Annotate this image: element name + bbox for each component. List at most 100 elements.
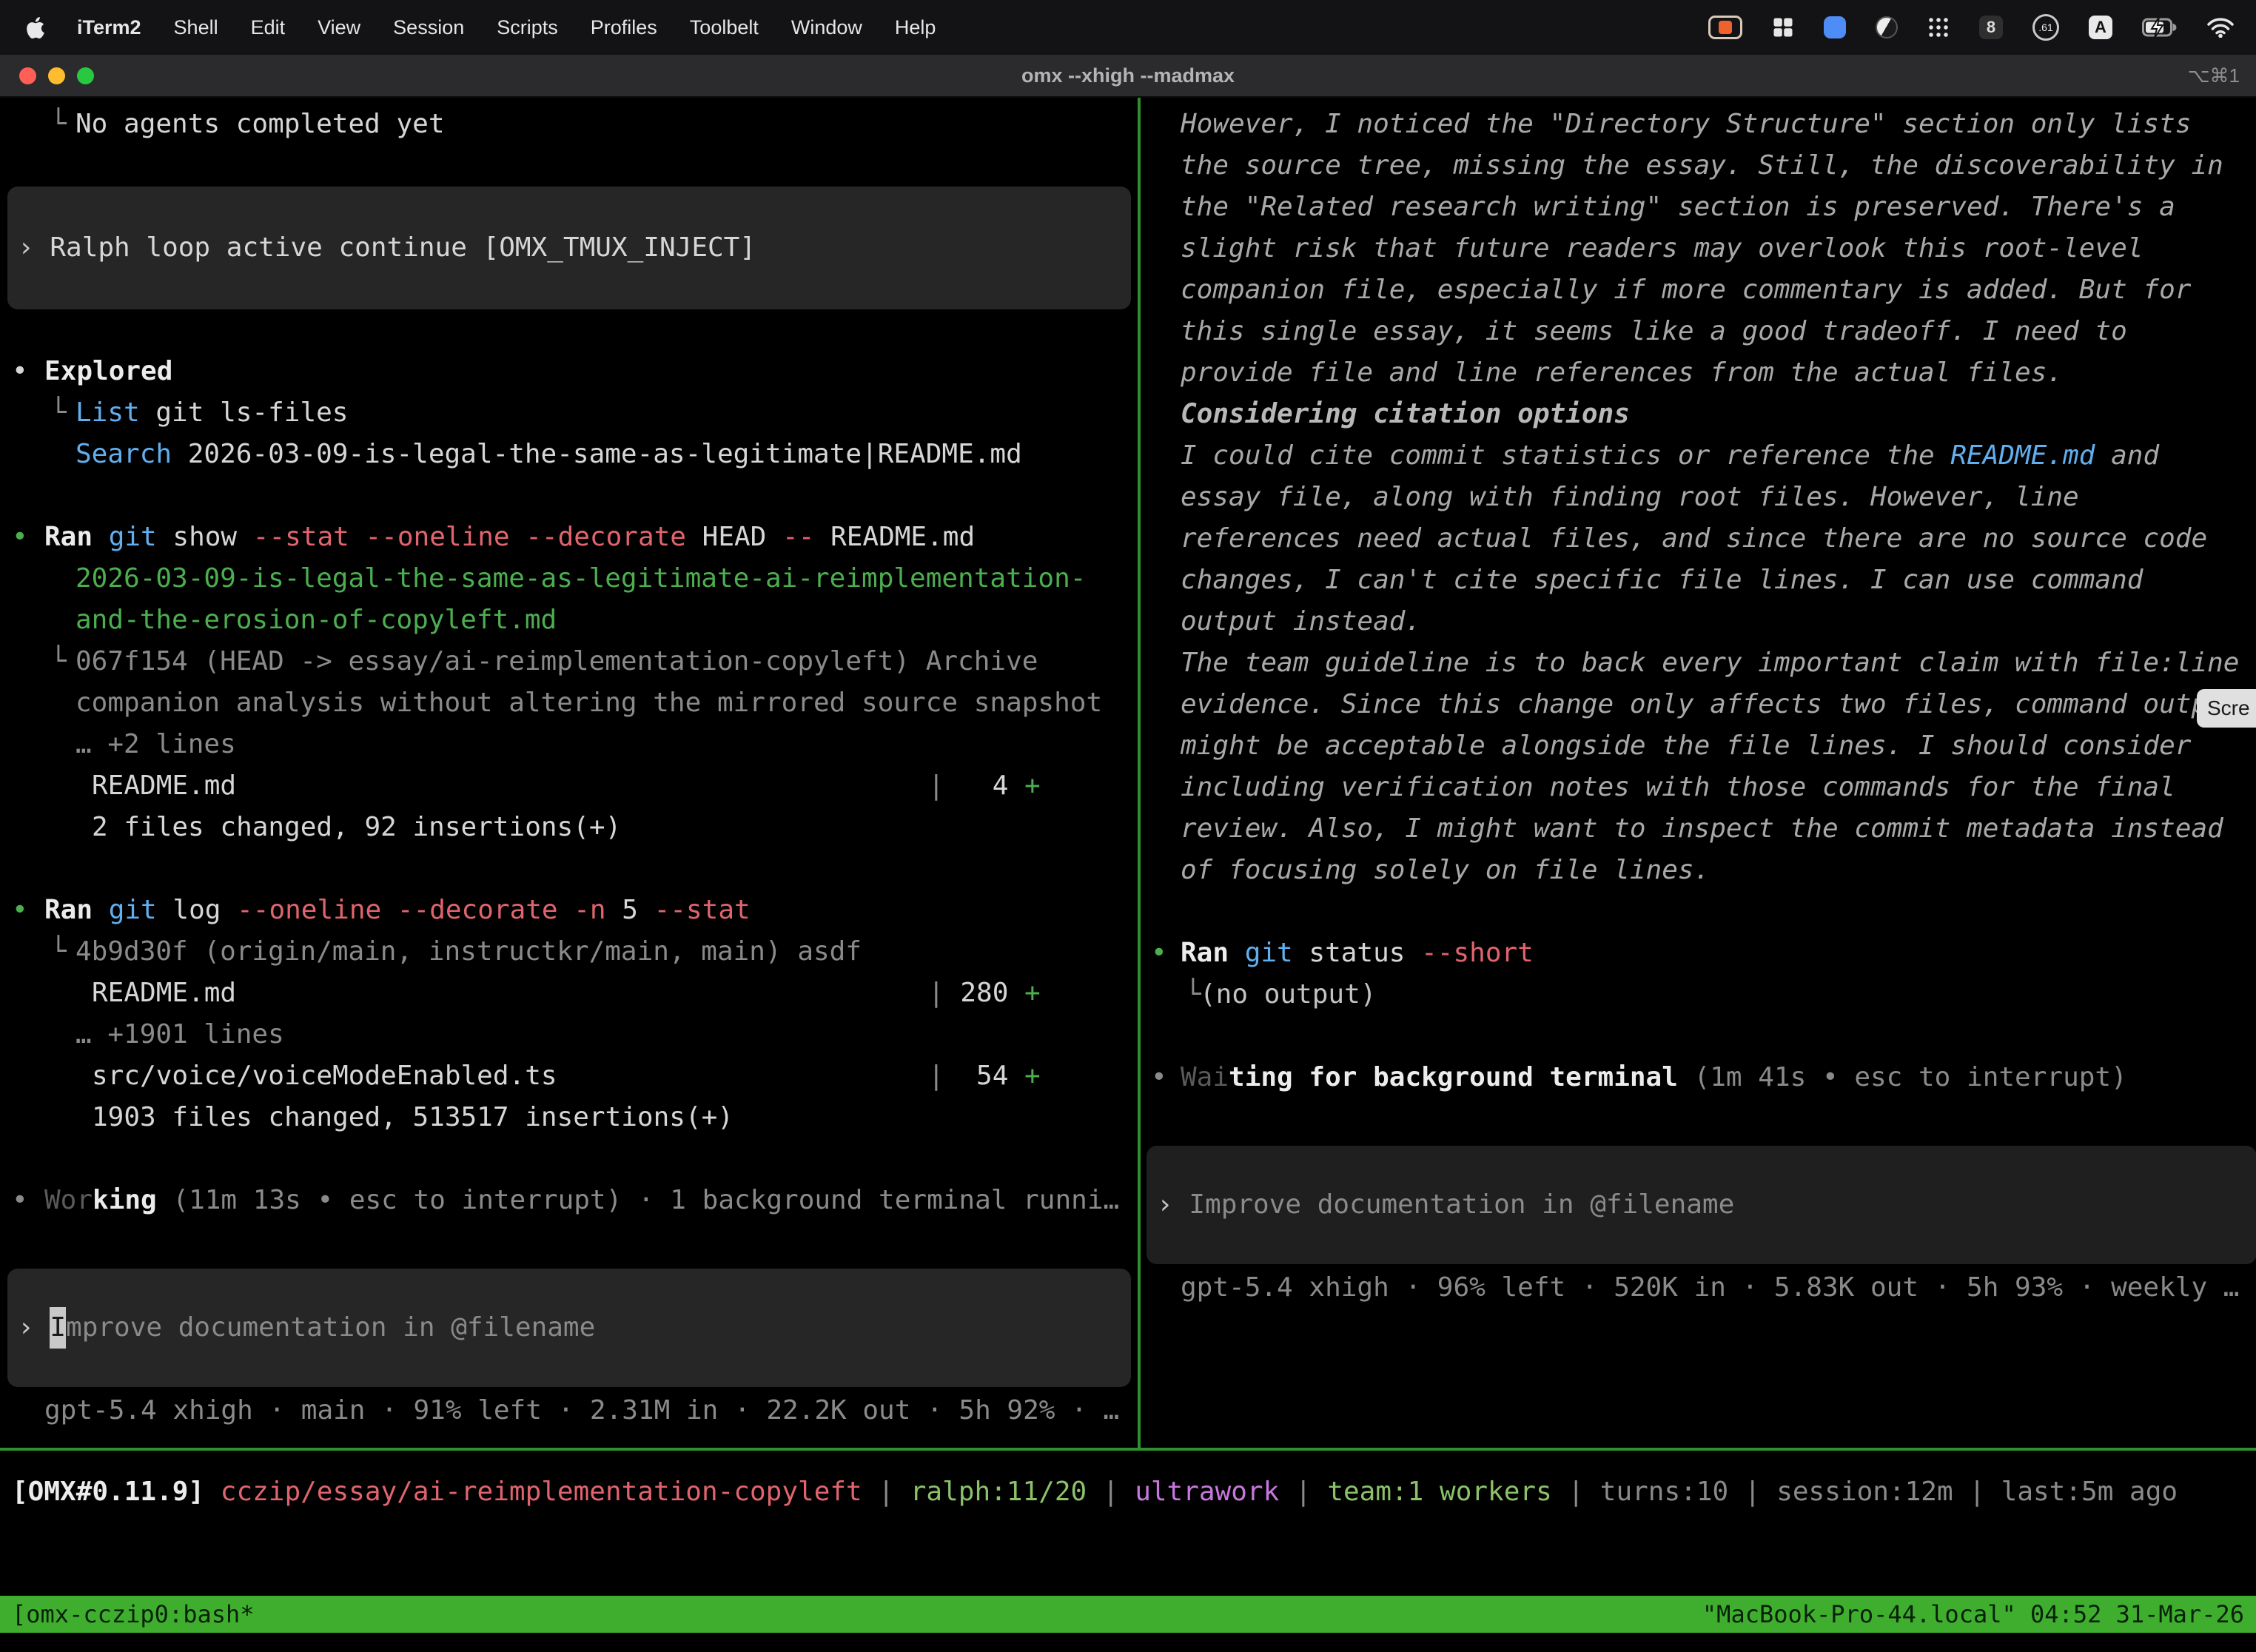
- omx-mode: ultrawork: [1135, 1477, 1279, 1507]
- bullet-icon: •: [1151, 1057, 1167, 1098]
- menu-session[interactable]: Session: [393, 16, 464, 39]
- right-pane: However, I noticed the "Directory Struct…: [1141, 98, 2256, 1448]
- cmd-git: git: [109, 522, 157, 552]
- bullet-icon: •: [12, 1180, 28, 1221]
- cmd-flags: --stat --oneline --decorate: [253, 522, 686, 552]
- bullet-icon: •: [12, 890, 28, 931]
- bullet-icon: •: [12, 517, 28, 558]
- bullet-icon: •: [12, 351, 28, 392]
- waiting-detail: (1m 41s • esc to interrupt): [1694, 1062, 2127, 1092]
- thinking-paragraph: The team guideline is to back every impo…: [1181, 642, 2246, 891]
- tool-verb: List: [75, 397, 140, 428]
- screen-recording-icon[interactable]: [1708, 16, 1742, 39]
- menu-bar: iTerm2 Shell Edit View Session Scripts P…: [0, 0, 2256, 55]
- window-title-bar[interactable]: omx --xhigh --madmax ⌥⌘1: [0, 55, 2256, 98]
- ran-label: Ran: [1181, 938, 1229, 968]
- omx-ralph-count: ralph:11/20: [910, 1477, 1087, 1507]
- commit-message: 067f154 (HEAD -> essay/ai-reimplementati…: [75, 646, 1102, 718]
- minimize-button[interactable]: [48, 67, 65, 84]
- separator: |: [1969, 1477, 1985, 1507]
- battery-gauge-icon[interactable]: .61: [2032, 14, 2059, 41]
- plus-icon: +: [1024, 770, 1041, 801]
- ralph-loop-banner: ›Ralph loop active continue [OMX_TMUX_IN…: [7, 187, 1131, 309]
- separator: |: [878, 1477, 894, 1507]
- session-status-line: gpt-5.4 xhigh · main · 91% left · 2.31M …: [12, 1390, 1138, 1431]
- bullet-icon: •: [1151, 933, 1167, 974]
- prompt-input-text: Improve documentation in @filename: [1189, 1184, 1734, 1226]
- ran-git-log-line: •Rangitlog--oneline --decorate -n5--stat: [44, 890, 1138, 931]
- battery-charging-icon[interactable]: [2142, 16, 2178, 38]
- wifi-icon[interactable]: [2207, 17, 2234, 38]
- thinking-paragraph: I could cite commit statistics or refere…: [1181, 435, 2246, 642]
- omx-version: [OMX#0.11.9]: [12, 1477, 204, 1507]
- diffstat-file: README.md: [92, 770, 236, 801]
- agents-note-text: No agents completed yet: [75, 109, 445, 139]
- menu-shell[interactable]: Shell: [174, 16, 218, 39]
- menu-window[interactable]: Window: [791, 16, 862, 39]
- prompt-input[interactable]: ›Improve documentation in @filename: [1147, 1146, 2256, 1264]
- spinner-dim-text: Wai: [1181, 1062, 1229, 1092]
- ralph-loop-text: Ralph loop active continue [OMX_TMUX_INJ…: [50, 227, 756, 269]
- menu-profiles[interactable]: Profiles: [591, 16, 657, 39]
- omx-status-bar: [OMX#0.11.9]cczip/essay/ai-reimplementat…: [0, 1451, 2256, 1596]
- zoom-button[interactable]: [77, 67, 94, 84]
- cmd-flags: --short: [1421, 938, 1534, 968]
- diffstat-line: README.md|280+: [92, 973, 1138, 1014]
- omx-turns: turns:10: [1600, 1477, 1728, 1507]
- cmd-sub: log: [172, 895, 221, 925]
- diffstat-file: src/voice/voiceModeEnabled.ts: [92, 1061, 557, 1091]
- diffstat-num: 280: [944, 973, 1009, 1014]
- window-title: omx --xhigh --madmax: [1021, 64, 1235, 87]
- no-output-text: (no output): [1200, 979, 1376, 1010]
- menu-toolbelt[interactable]: Toolbelt: [690, 16, 759, 39]
- readme-file-link[interactable]: README.md: [1950, 440, 2095, 471]
- cmd-sub: show: [172, 522, 237, 552]
- close-button[interactable]: [19, 67, 36, 84]
- apple-menu-icon[interactable]: [27, 17, 44, 38]
- dark-circle-icon[interactable]: [1876, 16, 1898, 38]
- window-tiles-icon[interactable]: [1772, 16, 1794, 38]
- omx-last-activity: last:5m ago: [2001, 1477, 2178, 1507]
- menu-help[interactable]: Help: [895, 16, 936, 39]
- stats-eight-icon[interactable]: 8: [1979, 16, 2003, 39]
- ran-git-show-line: •Rangitshow--stat --oneline --decorateHE…: [44, 517, 1138, 558]
- spinner-bright-text: king: [93, 1185, 157, 1215]
- diffstat-line: README.md|4+: [92, 765, 1138, 807]
- cmd-sub: status: [1309, 938, 1405, 968]
- cmd-git: git: [1245, 938, 1293, 968]
- prompt-input[interactable]: ›Improve documentation in @filename: [7, 1269, 1131, 1387]
- cmd-flags: --stat: [654, 895, 751, 925]
- tree-prefix: └: [1185, 974, 1201, 1015]
- omx-team: team:1 workers: [1327, 1477, 1551, 1507]
- diffstat-file: README.md: [92, 978, 236, 1008]
- menu-scripts[interactable]: Scripts: [497, 16, 558, 39]
- input-source-icon[interactable]: A: [2089, 16, 2112, 39]
- dots-grid-icon[interactable]: [1927, 16, 1950, 38]
- diffstat-num: 54: [944, 1055, 1009, 1097]
- diffstat-summary: 1903 files changed, 513517 insertions(+): [92, 1097, 1138, 1138]
- menu-edit[interactable]: Edit: [251, 16, 286, 39]
- cmd-dashes: --: [782, 522, 814, 552]
- truncated-lines-note: … +1901 lines: [75, 1014, 1138, 1055]
- diffstat-count: |54+: [928, 1055, 1041, 1097]
- window-shortcut: ⌥⌘1: [2188, 64, 2240, 87]
- ran-git-status-line: •Rangitstatus--short: [1181, 933, 2256, 974]
- screen: iTerm2 Shell Edit View Session Scripts P…: [0, 0, 2256, 1652]
- thinking-heading: Considering citation options: [1181, 394, 2246, 435]
- screen-share-tooltip[interactable]: Scre: [2197, 689, 2256, 728]
- omx-session-time: session:12m: [1776, 1477, 1953, 1507]
- explored-list-line: └Listgit ls-files: [75, 392, 1138, 434]
- raycast-icon[interactable]: [1824, 16, 1846, 38]
- prompt-input-text: mprove documentation in @filename: [66, 1307, 595, 1349]
- menu-view[interactable]: View: [318, 16, 360, 39]
- commit-message: 4b9d30f (origin/main, instructkr/main, m…: [75, 936, 862, 967]
- ran-label: Ran: [44, 895, 93, 925]
- diffstat-summary: 2 files changed, 92 insertions(+): [92, 807, 1138, 848]
- tmux-status-bar: [omx-cczip0:bash* "MacBook-Pro-44.local"…: [0, 1596, 2256, 1633]
- explored-title: Explored: [44, 356, 172, 386]
- cmd-flags: --oneline --decorate -n: [237, 895, 606, 925]
- pipe: |: [928, 770, 944, 801]
- pipe: |: [928, 978, 944, 1008]
- waiting-status: •Waiting for background terminal(1m 41s …: [1181, 1057, 2256, 1098]
- menu-app-name[interactable]: iTerm2: [77, 16, 141, 39]
